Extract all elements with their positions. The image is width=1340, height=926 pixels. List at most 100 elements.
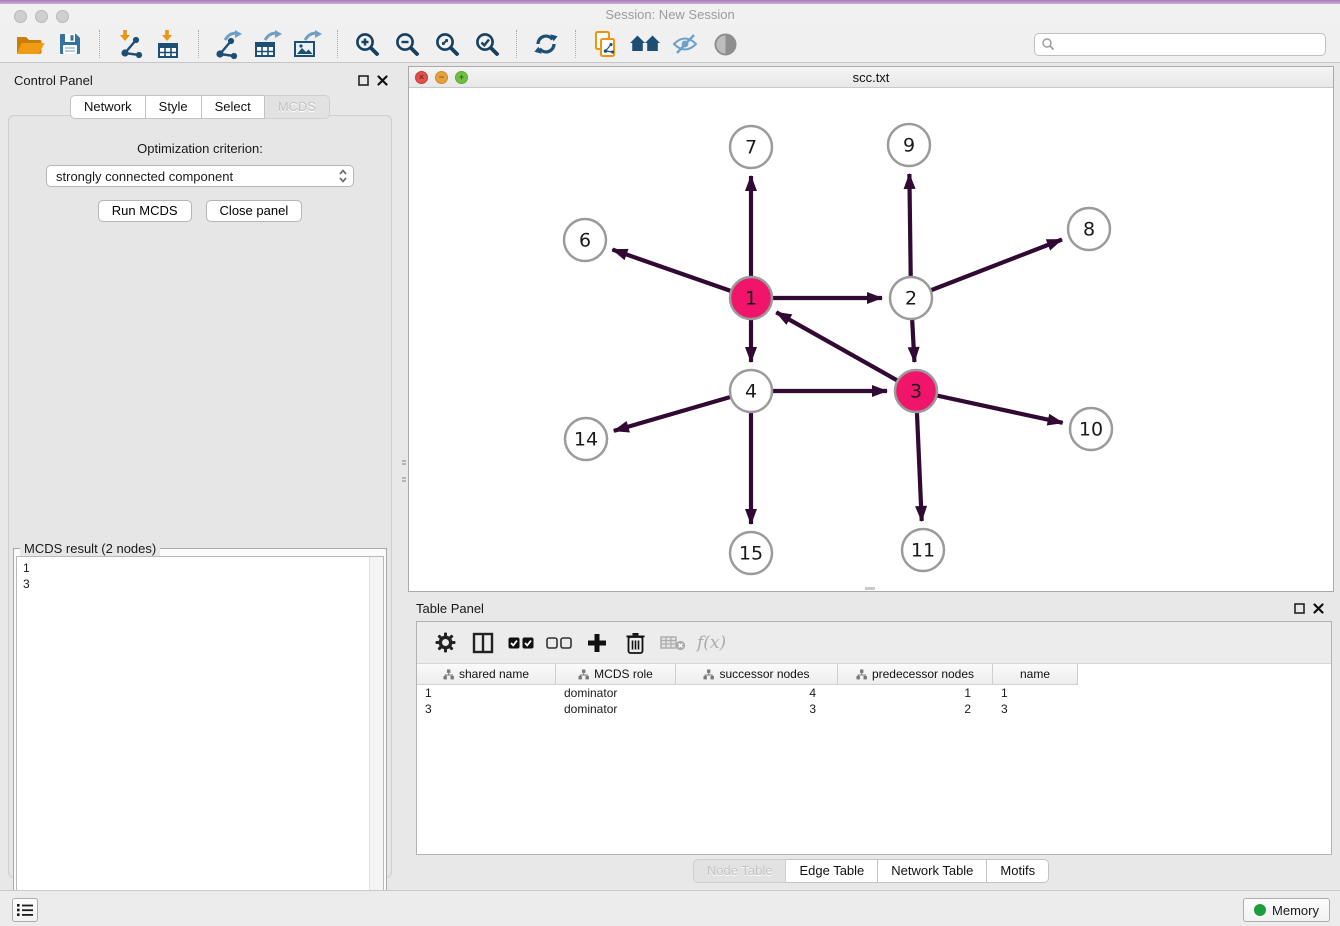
cell-mcds-role[interactable]: dominator (556, 701, 676, 717)
magnifier-check-icon (474, 31, 501, 58)
tab-select[interactable]: Select (202, 95, 265, 119)
tab-mcds[interactable]: MCDS (265, 95, 330, 119)
show-log-button[interactable] (12, 898, 38, 922)
memory-status-icon (1254, 904, 1266, 916)
cell-name[interactable]: 1 (993, 685, 1078, 701)
result-scrollbar[interactable] (369, 557, 383, 919)
graph-node-label-8: 8 (1083, 219, 1095, 241)
tab-style[interactable]: Style (146, 95, 202, 119)
table-import-icon (154, 29, 184, 59)
cell-shared-name[interactable]: 3 (417, 701, 556, 717)
magnifier-minus-icon (394, 31, 421, 58)
float-panel-icon[interactable] (1294, 603, 1305, 614)
show-all-networks-button[interactable] (628, 28, 662, 60)
cell-mcds-role[interactable]: dominator (556, 685, 676, 701)
function-builder-icon: f(x) (697, 633, 726, 653)
add-column-button[interactable] (583, 628, 611, 658)
control-panel-tabs: Network Style Select MCDS (0, 95, 400, 119)
gear-icon (435, 632, 456, 653)
node-table: shared name MCDS role successor nodes (417, 664, 1331, 717)
birds-eye-view-button[interactable] (708, 28, 742, 60)
search-input[interactable] (1034, 33, 1326, 56)
open-session-button[interactable] (13, 28, 47, 60)
select-all-button[interactable] (507, 628, 535, 658)
column-header-mcds-role[interactable]: MCDS role (556, 664, 676, 685)
zoom-in-button[interactable] (350, 28, 384, 60)
mcds-result-group: MCDS result (2 nodes) 1 3 (13, 548, 387, 923)
table-header-row: shared name MCDS role successor nodes (417, 664, 1331, 685)
export-table-button[interactable] (251, 28, 285, 60)
cell-successor-nodes[interactable]: 4 (676, 685, 838, 701)
zoom-selected-button[interactable] (470, 28, 504, 60)
close-panel-icon[interactable] (377, 75, 388, 86)
graph-node-label-11: 11 (911, 540, 935, 562)
tab-node-table[interactable]: Node Table (693, 859, 787, 883)
column-type-icon (703, 669, 714, 680)
edge-3-to-10[interactable] (916, 391, 1063, 423)
network-canvas[interactable]: 7968124314101511 (409, 88, 1333, 591)
toolbar-separator (575, 30, 576, 58)
titlebar-accent-strip (0, 0, 1340, 4)
table-panel-header: Table Panel (408, 595, 1334, 619)
column-chooser-button[interactable] (469, 628, 497, 658)
hide-graphics-details-button[interactable] (668, 28, 702, 60)
cell-name[interactable]: 3 (993, 701, 1078, 717)
table-row[interactable]: 1 dominator 4 1 1 (417, 685, 1331, 701)
copy-network-view-button[interactable] (588, 28, 622, 60)
export-network-button[interactable] (211, 28, 245, 60)
houses-icon (629, 32, 661, 56)
criterion-dropdown[interactable]: strongly connected component (46, 165, 354, 187)
memory-button[interactable]: Memory (1243, 898, 1330, 922)
table-settings-button[interactable] (431, 628, 459, 658)
import-table-button[interactable] (152, 28, 186, 60)
export-image-button[interactable] (291, 28, 325, 60)
eye-slash-icon (671, 31, 699, 57)
close-panel-button[interactable]: Close panel (206, 200, 303, 222)
cell-shared-name[interactable]: 1 (417, 685, 556, 701)
network-resize-grip[interactable] (865, 587, 875, 590)
duplicate-document-icon (592, 30, 619, 59)
cell-successor-nodes[interactable]: 3 (676, 701, 838, 717)
refresh-button[interactable] (529, 28, 563, 60)
graph-node-label-9: 9 (903, 135, 915, 157)
close-panel-icon[interactable] (1313, 603, 1324, 614)
column-header-shared-name[interactable]: shared name (417, 664, 556, 685)
cell-predecessor-nodes[interactable]: 1 (838, 685, 993, 701)
float-panel-icon[interactable] (358, 75, 369, 86)
column-header-predecessor-nodes[interactable]: predecessor nodes (838, 664, 993, 685)
save-session-button[interactable] (53, 28, 87, 60)
panel-splitter[interactable] (400, 63, 408, 890)
mcds-result-textarea[interactable]: 1 3 (16, 556, 384, 920)
deselect-all-button[interactable] (545, 628, 573, 658)
table-row[interactable]: 3 dominator 3 2 3 (417, 701, 1331, 717)
tab-network-table[interactable]: Network Table (878, 859, 987, 883)
network-window-title: scc.txt (409, 70, 1333, 85)
search-icon (1041, 37, 1055, 51)
graph-node-label-10: 10 (1079, 419, 1103, 441)
cell-predecessor-nodes[interactable]: 2 (838, 701, 993, 717)
table-panel-body: f(x) shared name MCDS role (416, 621, 1332, 855)
import-network-button[interactable] (112, 28, 146, 60)
network-window-titlebar[interactable]: × − + scc.txt (409, 67, 1333, 88)
titlebar: Session: New Session (0, 0, 1340, 26)
column-header-successor-nodes[interactable]: successor nodes (676, 664, 838, 685)
unchecked-boxes-icon (546, 637, 572, 649)
tab-edge-table[interactable]: Edge Table (786, 859, 878, 883)
list-icon (16, 902, 34, 918)
delete-column-button[interactable] (621, 628, 649, 658)
mcds-result-line: 3 (23, 576, 377, 592)
column-type-icon (578, 669, 589, 680)
zoom-fit-button[interactable] (430, 28, 464, 60)
edge-3-to-1[interactable] (776, 312, 916, 391)
tab-motifs[interactable]: Motifs (987, 859, 1049, 883)
graph-node-label-2: 2 (905, 288, 917, 310)
tab-network[interactable]: Network (70, 95, 146, 119)
run-mcds-button[interactable]: Run MCDS (98, 200, 192, 222)
graph-node-label-1: 1 (745, 288, 757, 310)
edge-2-to-8[interactable] (911, 239, 1062, 298)
graph-node-label-3: 3 (910, 381, 922, 403)
column-header-name[interactable]: name (993, 664, 1078, 685)
table-toolbar: f(x) (417, 622, 1331, 664)
column-type-icon (856, 669, 867, 680)
zoom-out-button[interactable] (390, 28, 424, 60)
